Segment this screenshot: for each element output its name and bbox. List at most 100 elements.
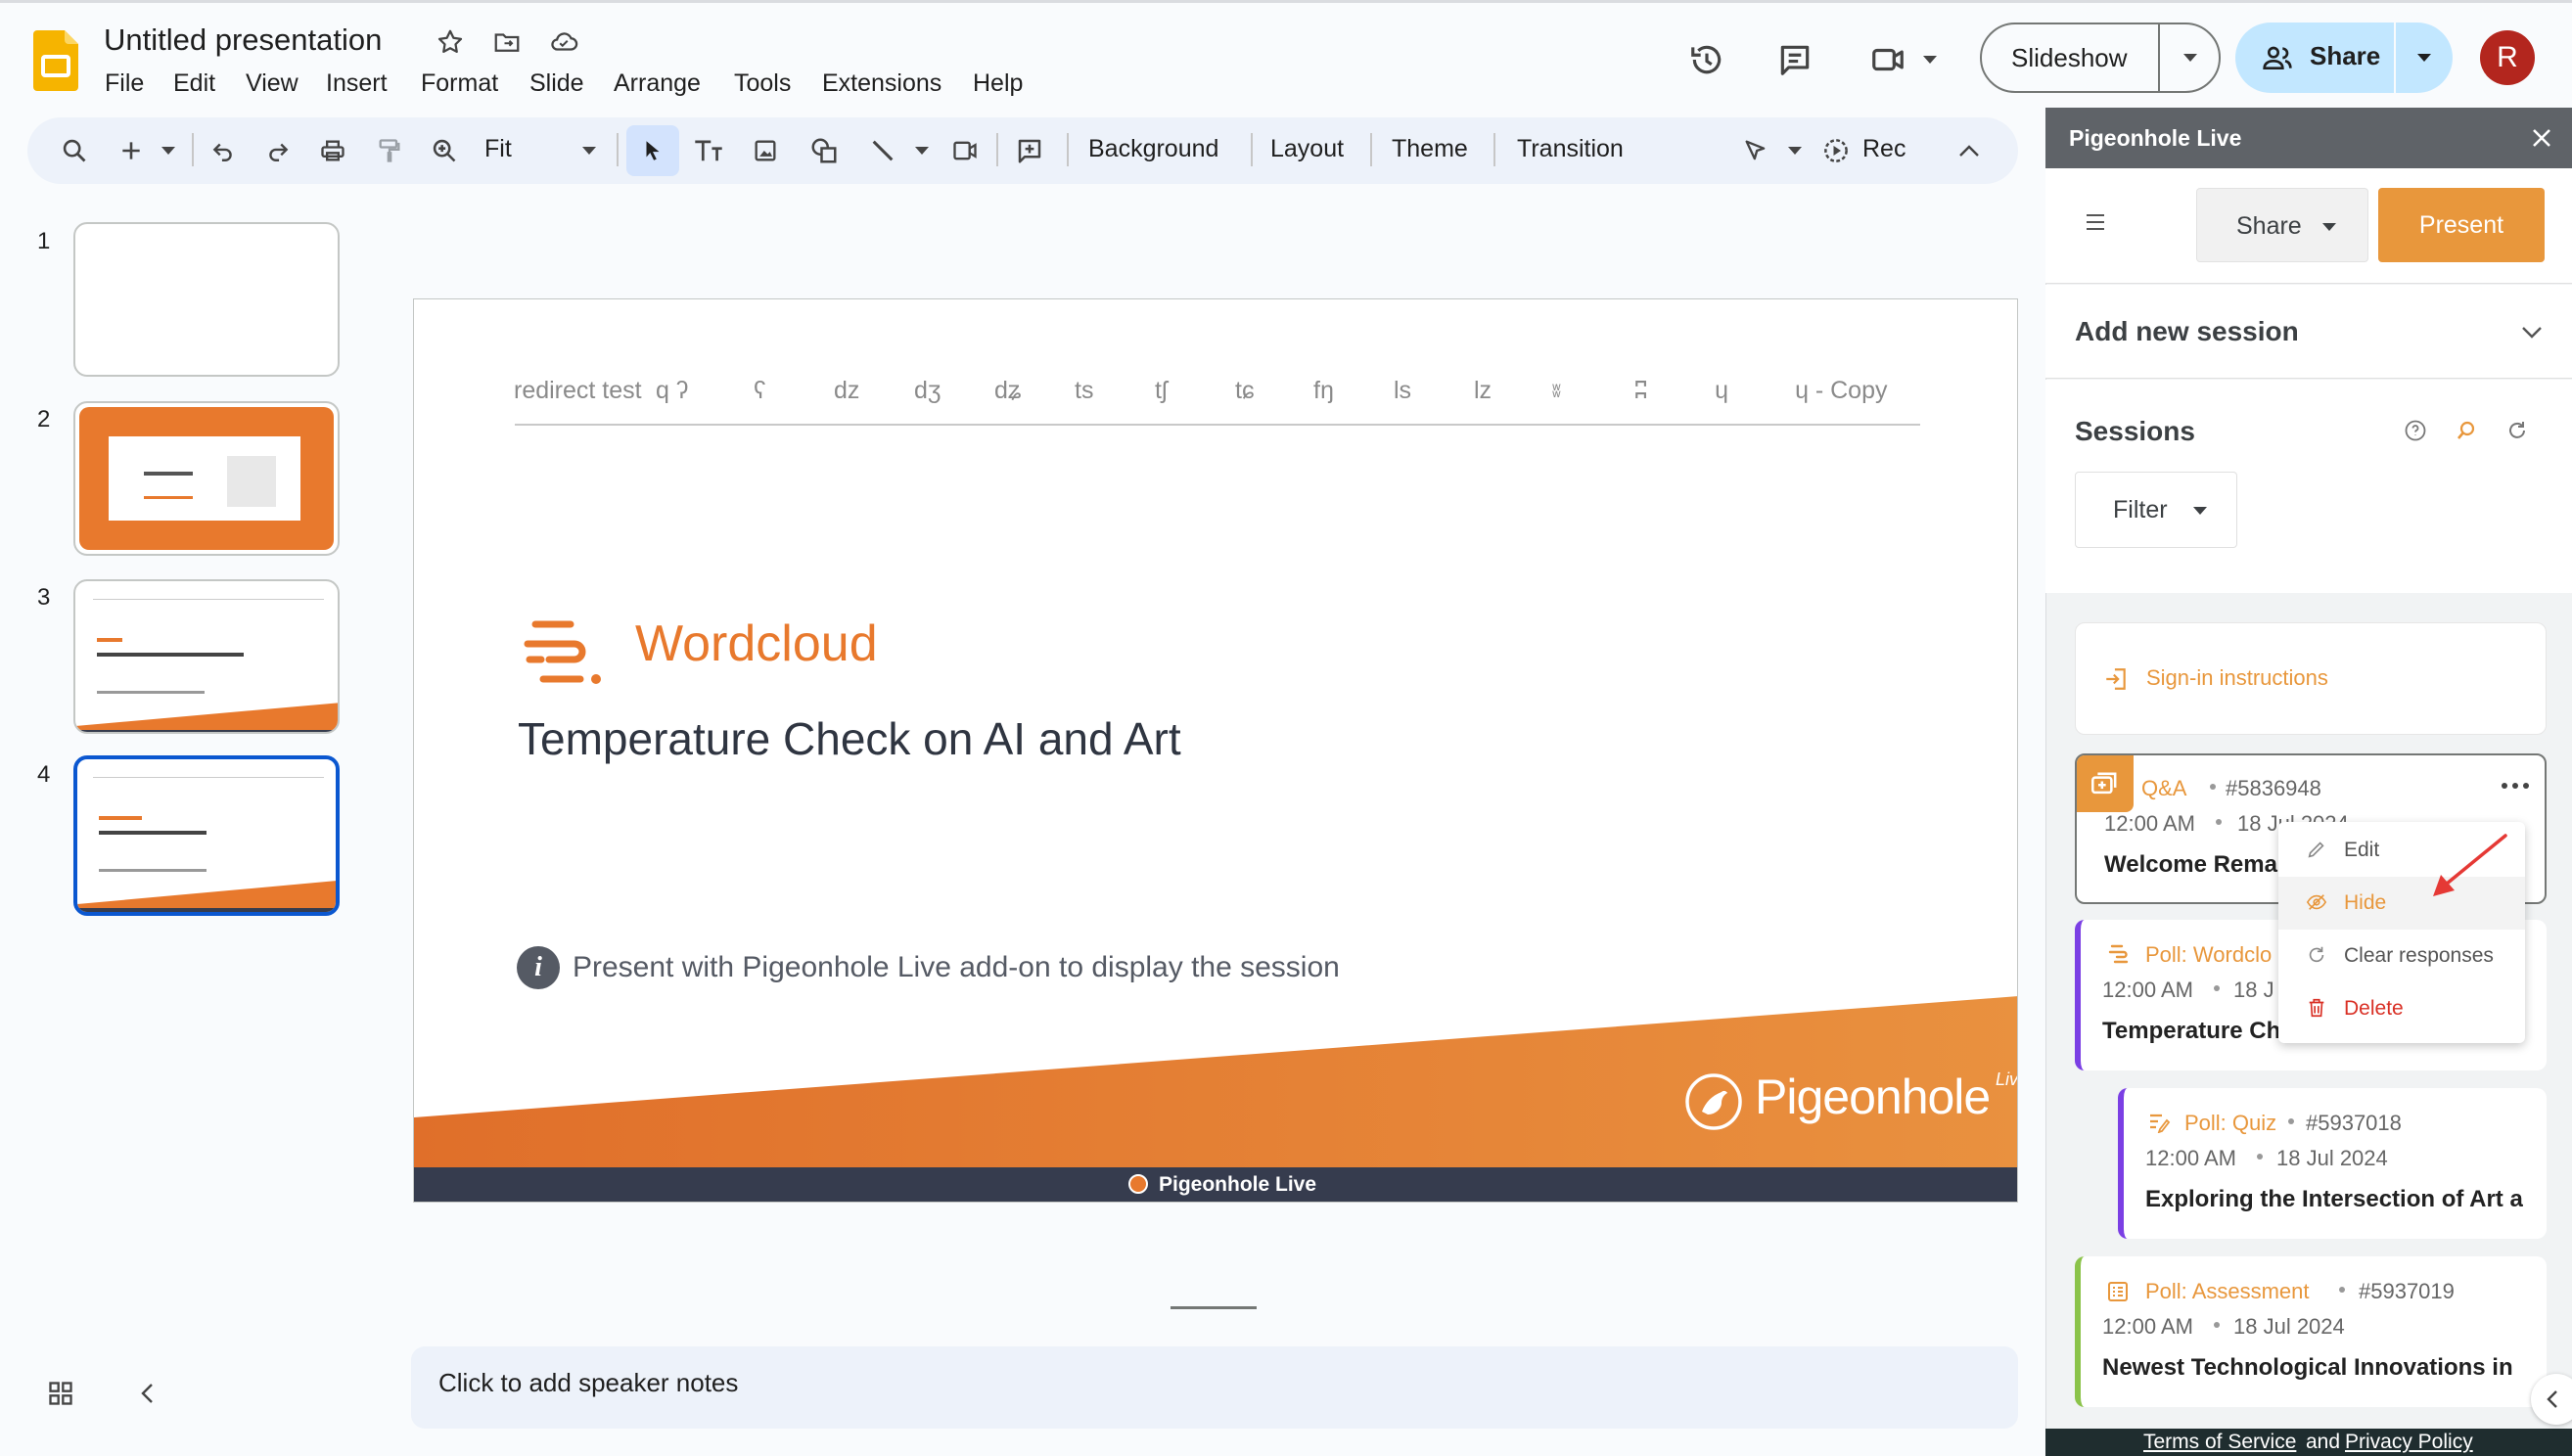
shape-icon[interactable] [804, 131, 844, 170]
slide-thumbnail-3[interactable] [73, 579, 340, 734]
menu-tools[interactable]: Tools [734, 69, 791, 98]
terms-of-service-link[interactable]: Terms of Service [2143, 1431, 2296, 1454]
session-type: Poll: Assessment [2145, 1279, 2310, 1303]
share-dropdown-icon[interactable] [2396, 23, 2453, 93]
meet-camera-icon[interactable] [1864, 36, 1911, 83]
account-avatar[interactable]: R [2480, 30, 2535, 85]
more-options-icon[interactable] [2494, 771, 2537, 800]
slide-thumbnail-2[interactable] [73, 401, 340, 556]
session-tab: ʕ [754, 377, 766, 404]
search-sessions-icon[interactable] [2451, 415, 2482, 446]
background-button[interactable]: Background [1088, 135, 1218, 163]
filter-button[interactable]: Filter [2075, 472, 2237, 548]
rec-button[interactable]: Rec [1862, 135, 1906, 163]
close-panel-icon[interactable] [2523, 119, 2560, 157]
slideshow-dropdown-icon[interactable] [2160, 24, 2221, 91]
toolbar-separator [1251, 133, 1253, 166]
line-tool-icon[interactable] [863, 131, 902, 170]
insert-video-icon[interactable] [945, 131, 985, 170]
zoom-dropdown-icon[interactable] [577, 141, 601, 160]
redo-icon[interactable] [258, 131, 298, 170]
filter-caret-icon [2193, 507, 2207, 515]
session-type-label: Wordcloud [635, 615, 878, 672]
menu-arrange[interactable]: Arrange [614, 69, 701, 98]
session-tab: tɕ [1235, 377, 1255, 404]
menu-view[interactable]: View [246, 69, 299, 98]
add-new-session-row[interactable]: Add new session [2045, 285, 2572, 379]
session-title: Exploring the Intersection of Art a [2145, 1186, 2523, 1212]
session-card-assessment[interactable]: Poll: Assessment #5937019 12:00 AM 18 Ju… [2075, 1256, 2547, 1407]
top-bar: Untitled presentation File Edit View Ins… [0, 0, 2572, 108]
thumb-title-line [99, 831, 207, 835]
hamburger-menu-icon[interactable] [2081, 207, 2110, 237]
move-folder-icon[interactable] [489, 24, 525, 60]
zoom-icon[interactable] [425, 131, 464, 170]
menu-file[interactable]: File [105, 69, 144, 98]
context-menu-delete[interactable]: Delete [2278, 982, 2525, 1035]
signin-instructions-card[interactable]: Sign-in instructions [2075, 622, 2547, 735]
collapse-toolbar-icon[interactable] [1950, 131, 1989, 170]
help-icon[interactable] [2400, 415, 2431, 446]
laser-pointer-icon[interactable] [1736, 131, 1775, 170]
session-card-quiz[interactable]: Poll: Quiz #5937018 12:00 AM 18 Jul 2024… [2118, 1088, 2547, 1239]
menu-format[interactable]: Format [421, 69, 498, 98]
toolbar-separator [1493, 133, 1495, 166]
share-button[interactable]: Share [2310, 41, 2380, 71]
present-button[interactable]: Present [2378, 188, 2545, 262]
slide-thumbnail-4-selected[interactable] [73, 755, 340, 916]
slide-canvas[interactable]: Wordcloud Temperature Check on AI and Ar… [413, 298, 2018, 1203]
slide-number: 1 [37, 228, 51, 254]
share-people-icon[interactable] [2261, 42, 2294, 73]
session-tab: ʬ [1552, 382, 1561, 401]
meet-dropdown-icon[interactable] [1918, 48, 1942, 71]
menu-help[interactable]: Help [973, 69, 1023, 98]
thumb-gray-box [227, 456, 276, 507]
document-title[interactable]: Untitled presentation [104, 23, 382, 58]
transition-button[interactable]: Transition [1517, 135, 1624, 163]
speaker-notes[interactable]: Click to add speaker notes [411, 1346, 2018, 1429]
text-box-icon[interactable] [689, 131, 728, 170]
record-icon[interactable] [1816, 131, 1856, 170]
sessions-section: Sessions Filter [2045, 380, 2572, 593]
undo-icon[interactable] [204, 131, 243, 170]
pointer-dropdown-icon[interactable] [1783, 141, 1807, 160]
collapse-filmstrip-icon[interactable] [127, 1374, 166, 1413]
session-tab: lz [1474, 377, 1493, 404]
notes-resize-handle[interactable] [1171, 1306, 1257, 1309]
slideshow-button[interactable]: Slideshow [2011, 43, 2128, 73]
star-icon[interactable] [433, 24, 468, 60]
slides-logo-icon[interactable] [33, 30, 78, 91]
select-tool-icon[interactable] [626, 125, 679, 176]
session-tab: redirect test [514, 377, 642, 404]
menu-slide[interactable]: Slide [529, 69, 584, 98]
info-text: Present with Pigeonhole Live add-on to d… [573, 951, 1340, 983]
version-history-icon[interactable] [1683, 36, 1730, 83]
insert-image-icon[interactable] [746, 131, 785, 170]
layout-button[interactable]: Layout [1270, 135, 1344, 163]
theme-button[interactable]: Theme [1392, 135, 1468, 163]
grid-view-icon[interactable] [41, 1374, 80, 1413]
comments-icon[interactable] [1771, 36, 1818, 83]
session-tab: dʒ [914, 377, 942, 404]
qa-type-badge [2077, 755, 2134, 812]
panel-share-button[interactable]: Share [2196, 188, 2368, 262]
add-comment-icon[interactable] [1010, 131, 1049, 170]
print-icon[interactable] [313, 131, 352, 170]
menu-insert[interactable]: Insert [326, 69, 388, 98]
session-tabs-divider [515, 424, 1920, 426]
slide-thumbnail-1[interactable] [73, 222, 340, 377]
session-tab: ls [1394, 377, 1412, 404]
cloud-saved-icon[interactable] [544, 24, 583, 60]
search-menus-icon[interactable] [55, 131, 94, 170]
footer-logo-icon [1128, 1174, 1148, 1194]
context-menu-clear-responses[interactable]: Clear responses [2278, 930, 2525, 982]
refresh-icon[interactable] [2502, 415, 2533, 446]
menu-edit[interactable]: Edit [173, 69, 215, 98]
paint-format-icon[interactable] [370, 131, 409, 170]
new-slide-dropdown-icon[interactable] [157, 141, 180, 160]
line-dropdown-icon[interactable] [910, 141, 934, 160]
privacy-policy-link[interactable]: Privacy Policy [2345, 1431, 2473, 1454]
zoom-select[interactable]: Fit [484, 135, 512, 163]
menu-extensions[interactable]: Extensions [822, 69, 942, 98]
new-slide-icon[interactable] [112, 131, 151, 170]
